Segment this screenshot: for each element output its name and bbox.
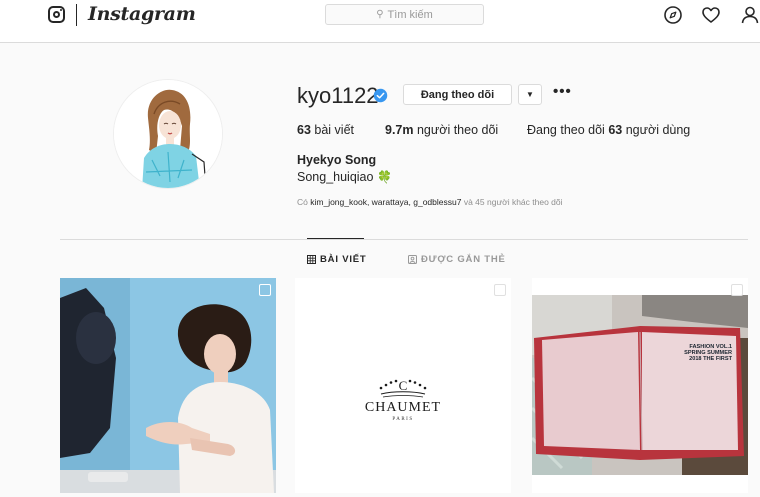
book-cover-text: FASHION Vol.1 SPRING SUMMER 2018 THE FIR… [684,344,732,363]
following-stat[interactable]: Đang theo dõi 63 người dùng [527,123,690,137]
suggestions-dropdown-button[interactable]: ▼ [518,84,542,105]
search-icon: ⚲ [376,9,384,20]
followed-by-suffix: và 45 người khác theo dõi [463,197,563,207]
posts-stat: 63 bài viết [297,123,354,137]
post-photo-book [532,278,748,493]
post-thumbnail[interactable]: C CHAUMET PARIS [295,278,511,493]
active-tab-indicator [307,238,364,239]
caret-down-icon: ▼ [526,90,534,99]
multiple-posts-icon [494,284,506,296]
heart-icon[interactable] [701,5,721,25]
profile-username: kyo1122 [297,83,379,108]
following-button[interactable]: Đang theo dõi [403,84,512,105]
grid-icon [307,255,316,264]
top-nav: Instagram ⚲ Tìm kiếm [0,0,760,43]
compass-icon[interactable] [663,5,683,25]
instagram-glyph-icon[interactable] [48,6,65,23]
brand-city: PARIS [392,417,414,422]
multiple-posts-icon [731,284,743,296]
user-icon[interactable] [740,5,760,25]
search-input[interactable]: ⚲ Tìm kiếm [325,4,484,25]
following-prefix: Đang theo dõi [527,123,605,137]
profile-full-name: Hyekyo Song [297,153,377,167]
verified-badge-icon [373,88,388,103]
nav-divider [76,4,77,26]
following-suffix: người dùng [625,123,691,137]
tabs-divider [60,239,748,240]
posts-count: 63 [297,123,311,137]
tab-posts-label: BÀI VIẾT [320,254,367,265]
profile-bio: Song_huiqiao 🍀 [297,170,392,184]
followers-stat[interactable]: 9.7m người theo dõi [385,123,498,137]
clover-emoji: 🍀 [376,170,392,184]
brand-logo: C CHAUMET PARIS [295,374,511,422]
chaumet-crown-icon: C [379,378,427,398]
posts-label: bài viết [314,123,354,137]
instagram-wordmark[interactable]: Instagram [88,3,196,25]
tab-posts[interactable]: BÀI VIẾT [307,254,367,265]
post-thumbnail[interactable]: FASHION Vol.1 SPRING SUMMER 2018 THE FIR… [532,278,748,493]
tab-tagged[interactable]: ĐƯỢC GẮN THẺ [408,254,506,265]
profile-avatar[interactable] [113,79,223,189]
followed-by-prefix: Có [297,197,308,207]
svg-text:C: C [399,378,408,393]
following-count: 63 [608,123,623,137]
followed-by-names[interactable]: kim_jong_kook, warattaya, g_odblessu7 [310,197,461,207]
tagged-icon [408,255,417,264]
brand-name: CHAUMET [364,400,442,415]
followed-by-text[interactable]: Có kim_jong_kook, warattaya, g_odblessu7… [297,197,563,207]
bio-text: Song_huiqiao [297,170,374,184]
multiple-posts-icon [259,284,271,296]
followers-count: 9.7m [385,123,414,137]
tab-tagged-label: ĐƯỢC GẮN THẺ [421,254,506,265]
post-thumbnail[interactable] [60,278,276,493]
search-placeholder: Tìm kiếm [387,8,433,21]
more-options-button[interactable]: ••• [553,83,572,100]
post-photo-portrait [60,278,276,493]
followers-label: người theo dõi [416,123,499,137]
